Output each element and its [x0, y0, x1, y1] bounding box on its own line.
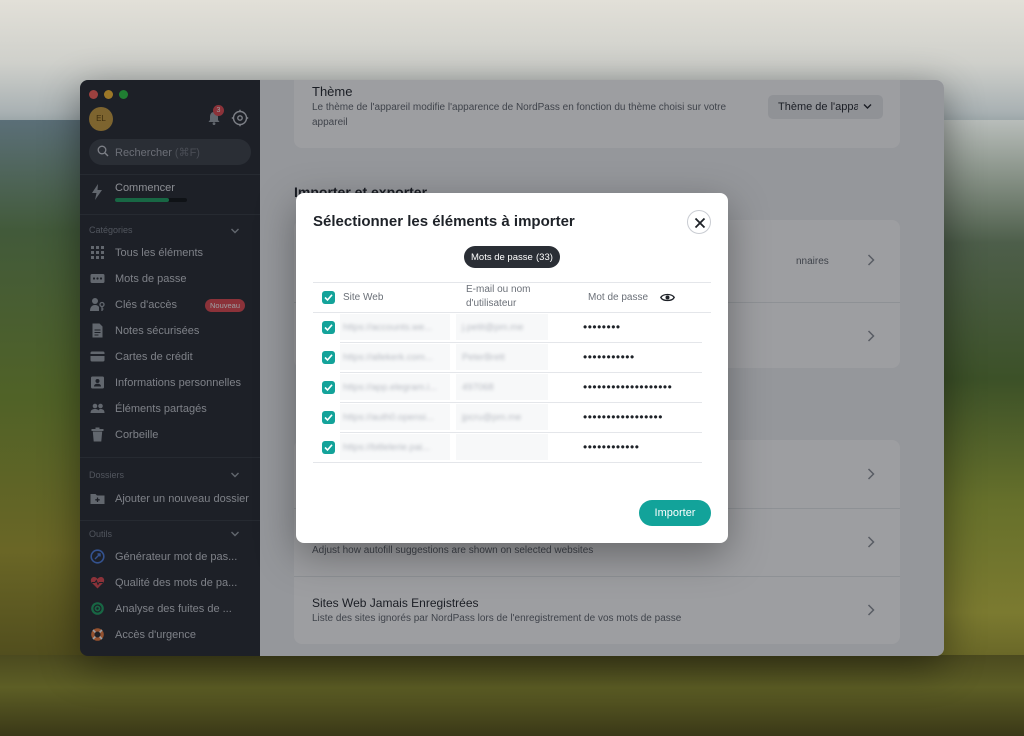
column-header-password: Mot de passe — [588, 292, 649, 303]
column-header-site: Site Web — [343, 292, 384, 303]
row-divider — [340, 402, 702, 403]
dialog-title: Sélectionner les éléments à importer — [313, 213, 575, 230]
row-password: •••••••• — [583, 320, 621, 334]
row-site: https://accounts.we... — [343, 322, 433, 333]
row-site: https://bitlelerie.pai... — [343, 442, 431, 453]
background-landscape-bottom — [0, 655, 1024, 736]
chip-count: (33) — [536, 252, 553, 263]
row-user: jpcru@pm.me — [462, 412, 522, 423]
chip-label: Mots de passe — [471, 252, 533, 263]
row-password: ••••••••••••••••••• — [583, 380, 673, 394]
row-site: https://app.elegram.i... — [343, 382, 437, 393]
row-checkbox[interactable] — [322, 321, 335, 334]
import-selection-dialog: Sélectionner les éléments à importer Mot… — [296, 193, 728, 543]
row-divider — [340, 432, 702, 433]
row-divider — [340, 372, 702, 373]
eye-icon[interactable] — [660, 292, 675, 303]
check-icon — [324, 444, 333, 452]
row-user: j.petit@pm.me — [462, 322, 524, 333]
row-user: 497068 — [462, 382, 494, 393]
column-header-user: E-mail ou nom d'utilisateur — [466, 284, 531, 309]
row-divider — [340, 342, 702, 343]
row-password: ••••••••••••••••• — [583, 410, 663, 424]
row-user: PeterBrett — [462, 352, 505, 363]
row-checkbox[interactable] — [322, 351, 335, 364]
row-checkbox[interactable] — [322, 441, 335, 454]
close-dialog-button[interactable] — [687, 210, 711, 234]
row-site: https://auth0.opensi... — [343, 412, 434, 423]
row-checkbox[interactable] — [322, 411, 335, 424]
row-password: •••••••••••• — [583, 440, 640, 454]
table-divider — [313, 312, 711, 313]
check-icon — [324, 324, 333, 332]
import-button[interactable]: Importer — [639, 500, 711, 526]
blurred-cell — [456, 434, 548, 460]
passwords-filter-chip[interactable]: Mots de passe (33) — [464, 246, 560, 268]
row-checkbox[interactable] — [322, 381, 335, 394]
table-divider — [313, 462, 702, 463]
select-all-checkbox[interactable] — [322, 291, 335, 304]
background-landscape-left — [0, 120, 90, 736]
check-icon — [324, 354, 333, 362]
check-icon — [324, 294, 333, 302]
check-icon — [324, 414, 333, 422]
close-icon — [694, 217, 706, 229]
row-password: ••••••••••• — [583, 350, 635, 364]
row-site: https://allekerk.com... — [343, 352, 433, 363]
background-landscape-right — [940, 120, 1024, 736]
check-icon — [324, 384, 333, 392]
